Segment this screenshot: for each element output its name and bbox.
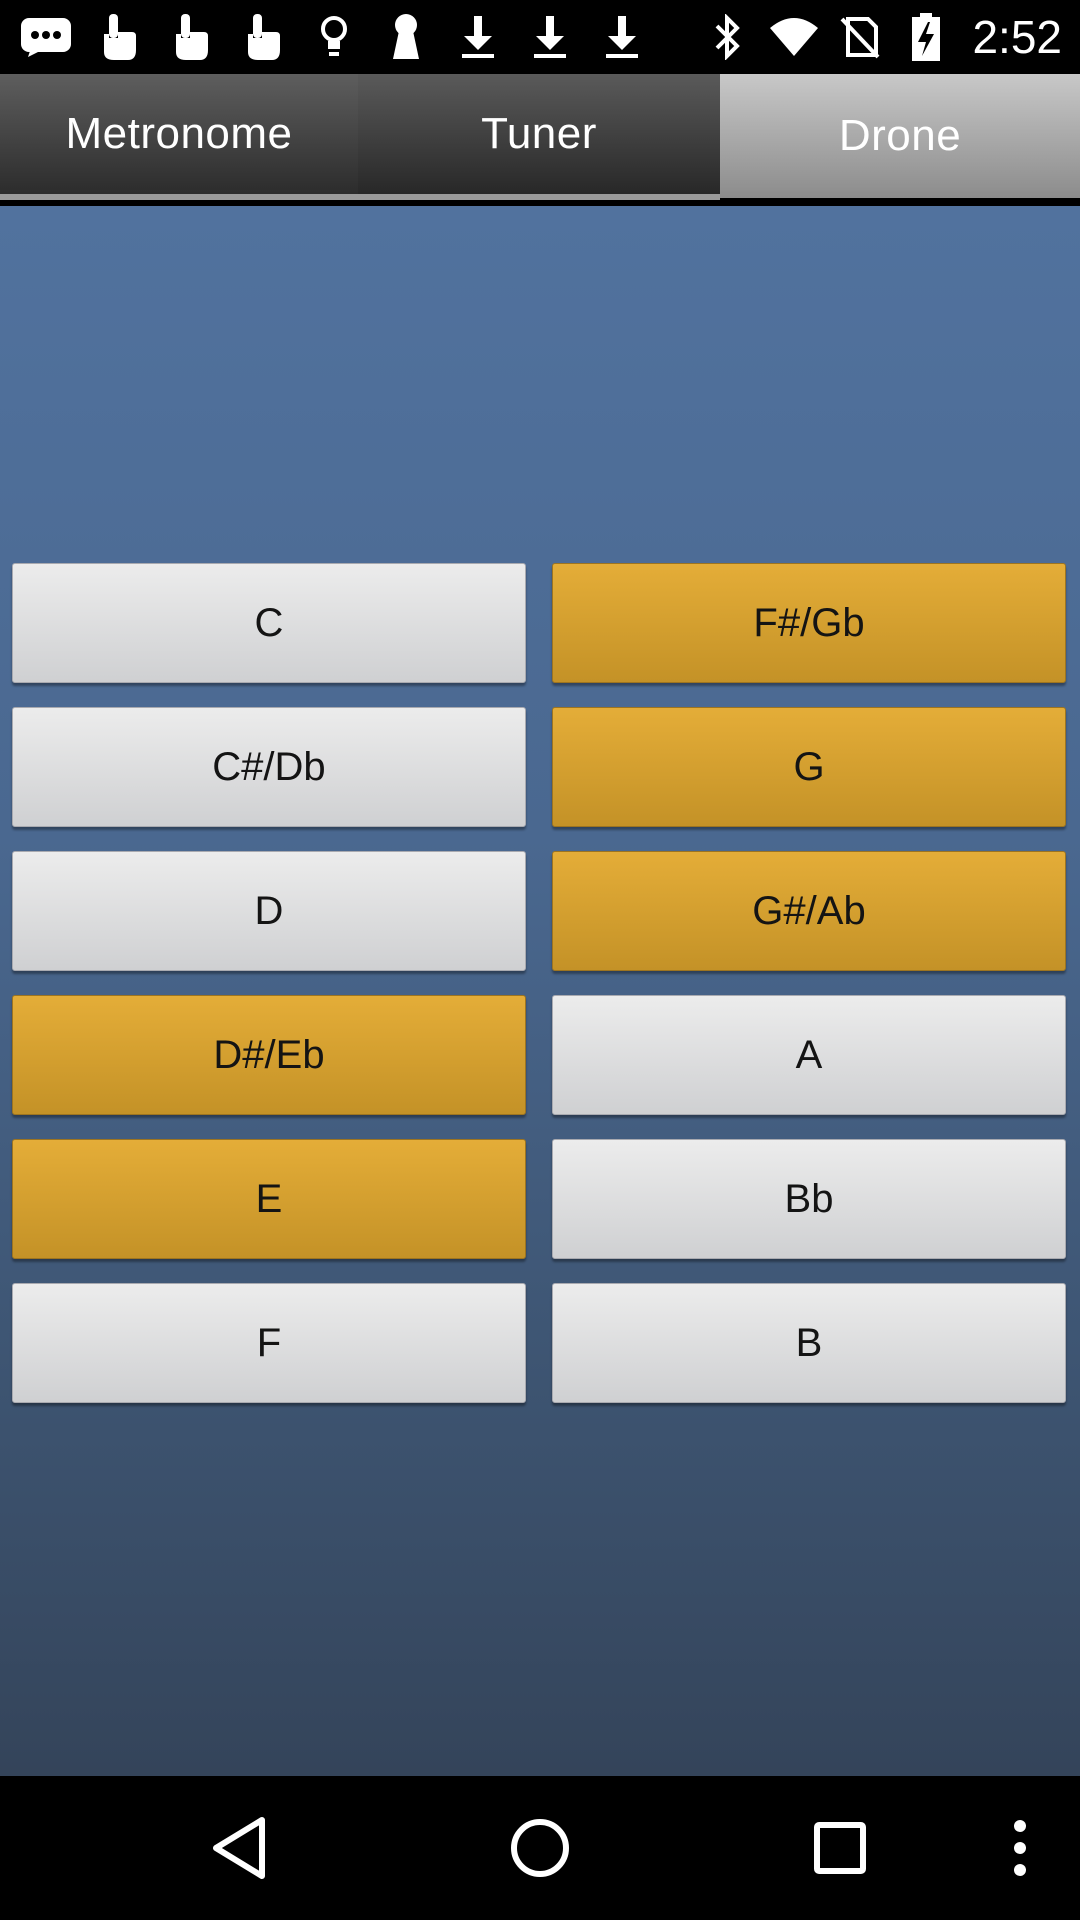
tab-metronome[interactable]: Metronome <box>0 74 358 194</box>
note-button-d[interactable]: D <box>12 851 526 971</box>
drone-panel: C C#/Db D D#/Eb E F F#/Gb G G#/Ab A Bb B <box>0 206 1080 1776</box>
tab-tuner[interactable]: Tuner <box>358 74 720 194</box>
download-icon <box>594 8 650 66</box>
download-icon <box>522 8 578 66</box>
note-button-e[interactable]: E <box>12 1139 526 1259</box>
tab-drone[interactable]: Drone <box>720 74 1080 198</box>
chat-bubble-icon <box>18 8 74 66</box>
status-time: 2:52 <box>972 11 1062 63</box>
navigation-bar <box>0 1776 1080 1920</box>
no-sim-icon <box>834 8 886 66</box>
note-button-f-sharp[interactable]: F#/Gb <box>552 563 1066 683</box>
note-button-g[interactable]: G <box>552 707 1066 827</box>
home-icon[interactable] <box>490 1798 590 1898</box>
note-button-c[interactable]: C <box>12 563 526 683</box>
bluetooth-icon <box>702 8 754 66</box>
note-button-b-flat[interactable]: Bb <box>552 1139 1066 1259</box>
touch-hand-icon <box>234 8 290 66</box>
system-icons: 2:52 <box>688 8 1062 66</box>
recents-icon[interactable] <box>790 1798 890 1898</box>
note-button-d-sharp[interactable]: D#/Eb <box>12 995 526 1115</box>
keyhole-icon <box>378 8 434 66</box>
tab-divider <box>0 194 720 200</box>
note-button-f[interactable]: F <box>12 1283 526 1403</box>
notification-icons <box>18 8 666 66</box>
battery-charging-icon <box>900 8 952 66</box>
download-icon <box>450 8 506 66</box>
wifi-icon <box>768 8 820 66</box>
note-button-c-sharp[interactable]: C#/Db <box>12 707 526 827</box>
lightbulb-icon <box>306 8 362 66</box>
status-bar: 2:52 <box>0 0 1080 74</box>
back-icon[interactable] <box>190 1798 290 1898</box>
overflow-menu-icon[interactable] <box>970 1798 1070 1898</box>
touch-hand-icon <box>90 8 146 66</box>
touch-hand-icon <box>162 8 218 66</box>
tab-bar: Metronome Tuner Drone <box>0 74 1080 206</box>
note-button-g-sharp[interactable]: G#/Ab <box>552 851 1066 971</box>
note-button-b[interactable]: B <box>552 1283 1066 1403</box>
note-button-a[interactable]: A <box>552 995 1066 1115</box>
